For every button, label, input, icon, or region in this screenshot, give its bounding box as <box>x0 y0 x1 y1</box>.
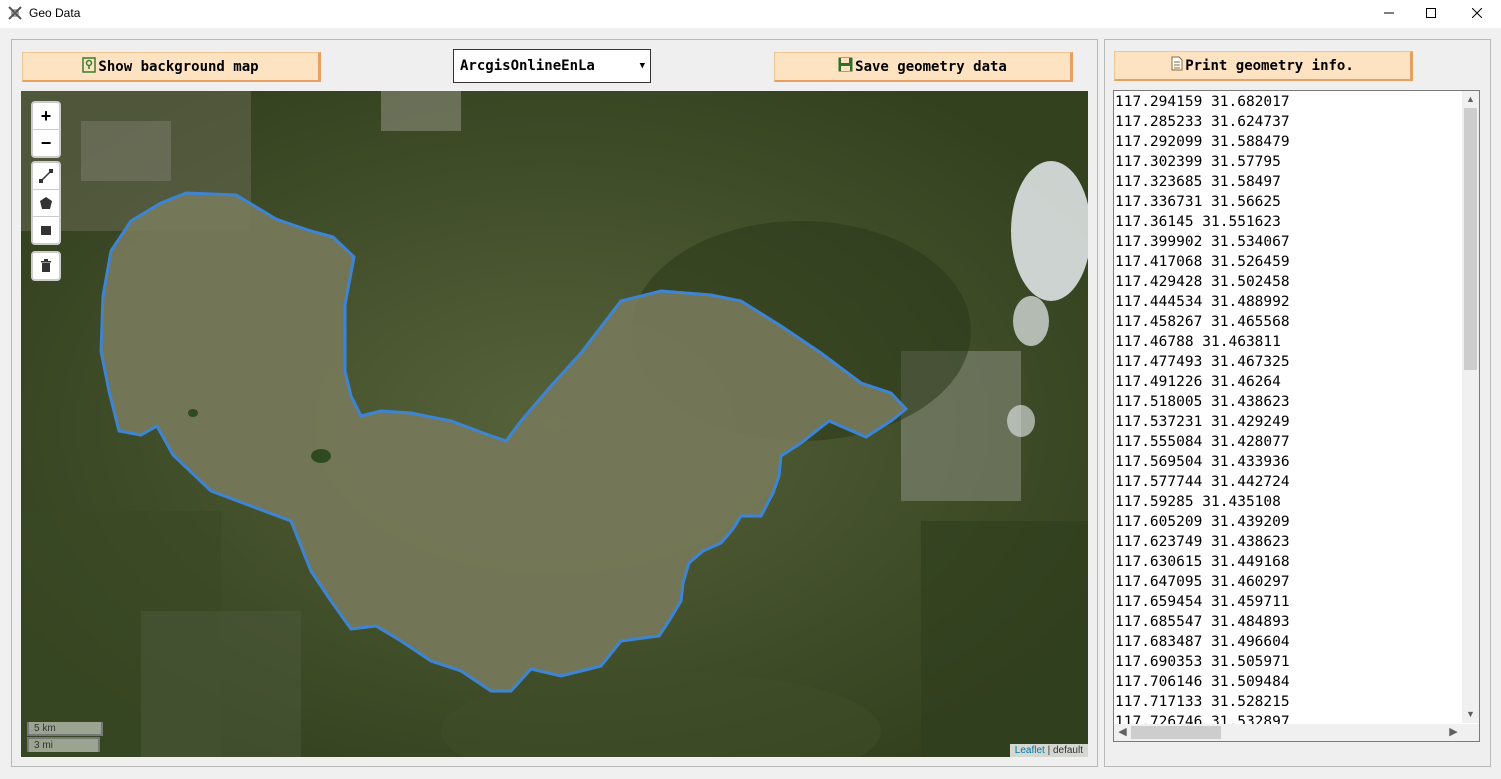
geometry-line: 117.46788 31.463811 <box>1115 334 1281 350</box>
save-icon <box>838 57 853 76</box>
basemap-select[interactable]: ArcgisOnlineEnLa ▼ <box>453 49 651 83</box>
zoom-in-button[interactable]: + <box>33 103 59 130</box>
draw-polygon-button[interactable] <box>33 190 59 217</box>
attribution-separator: | <box>1044 745 1053 756</box>
delete-layers-button[interactable] <box>33 253 59 279</box>
geometry-line: 117.555084 31.428077 <box>1115 434 1290 450</box>
chevron-down-icon: ▼ <box>639 61 645 71</box>
map-pin-icon <box>82 56 97 77</box>
print-geometry-label: Print geometry info. <box>1185 57 1354 74</box>
geometry-line: 117.323685 31.58497 <box>1115 174 1281 190</box>
title-bar: Geo Data <box>0 0 1501 28</box>
map-view[interactable]: + − 5 km 3 mi Leaflet | default <box>21 91 1088 757</box>
geometry-line: 117.294159 31.682017 <box>1115 94 1290 110</box>
minimize-icon <box>1384 12 1394 14</box>
trash-icon <box>41 259 51 272</box>
geometry-line: 117.285233 31.624737 <box>1115 114 1290 130</box>
rectangle-icon <box>41 226 51 235</box>
geometry-line: 117.630615 31.449168 <box>1115 554 1290 570</box>
geometry-line: 117.647095 31.460297 <box>1115 574 1290 590</box>
horizontal-scrollbar[interactable]: ◀ ▶ <box>1114 724 1462 741</box>
zoom-out-button[interactable]: − <box>33 130 59 156</box>
scroll-up-icon[interactable]: ▲ <box>1462 91 1479 108</box>
geometry-line: 117.605209 31.439209 <box>1115 514 1290 530</box>
polyline-icon <box>39 169 53 183</box>
save-geometry-button[interactable]: Save geometry data <box>774 52 1073 82</box>
draw-toolbar <box>31 161 61 245</box>
satellite-map <box>21 91 1088 757</box>
horizontal-scroll-thumb[interactable] <box>1131 726 1221 739</box>
print-geometry-button[interactable]: Print geometry info. <box>1114 51 1413 81</box>
geometry-line: 117.683487 31.496604 <box>1115 634 1290 650</box>
window-title: Geo Data <box>29 6 81 20</box>
edit-toolbar <box>31 251 61 281</box>
geometry-line: 117.537231 31.429249 <box>1115 414 1290 430</box>
geometry-line: 117.59285 31.435108 <box>1115 494 1281 510</box>
geometry-text-area[interactable]: 117.294159 31.682017 117.285233 31.624737… <box>1113 90 1480 742</box>
scroll-left-icon[interactable]: ◀ <box>1114 724 1131 741</box>
scroll-down-icon[interactable]: ▼ <box>1462 706 1479 723</box>
scroll-corner <box>1462 724 1479 741</box>
geometry-line: 117.706146 31.509484 <box>1115 674 1290 690</box>
close-icon <box>1471 7 1483 19</box>
geometry-line: 117.623749 31.438623 <box>1115 534 1290 550</box>
attribution-source: default <box>1052 745 1083 756</box>
geometry-line: 117.336731 31.56625 <box>1115 194 1281 210</box>
save-geometry-label: Save geometry data <box>855 58 1007 75</box>
geometry-line: 117.569504 31.433936 <box>1115 454 1290 470</box>
geometry-line: 117.477493 31.467325 <box>1115 354 1290 370</box>
draw-polyline-button[interactable] <box>33 163 59 190</box>
basemap-select-value: ArcgisOnlineEnLa <box>460 58 595 74</box>
geometry-line: 117.690353 31.505971 <box>1115 654 1290 670</box>
geometry-line: 117.717133 31.528215 <box>1115 694 1290 710</box>
vertical-scroll-thumb[interactable] <box>1464 108 1477 370</box>
polygon-icon <box>40 197 52 209</box>
geometry-line: 117.685547 31.484893 <box>1115 614 1290 630</box>
map-attribution: Leaflet | default <box>1009 744 1088 757</box>
geometry-line: 117.292099 31.588479 <box>1115 134 1290 150</box>
geometry-line: 117.36145 31.551623 <box>1115 214 1281 230</box>
minimize-button[interactable] <box>1366 0 1412 28</box>
geometry-line: 117.302399 31.57795 <box>1115 154 1281 170</box>
geometry-lines: 117.294159 31.682017 117.285233 31.624737… <box>1115 92 1290 741</box>
draw-rectangle-button[interactable] <box>33 217 59 243</box>
scale-mi: 3 mi <box>27 737 100 752</box>
scroll-right-icon[interactable]: ▶ <box>1445 724 1462 741</box>
geometry-line: 117.444534 31.488992 <box>1115 294 1290 310</box>
geometry-line: 117.458267 31.465568 <box>1115 314 1290 330</box>
maximize-button[interactable] <box>1408 0 1454 28</box>
geometry-line: 117.518005 31.438623 <box>1115 394 1290 410</box>
show-background-map-label: Show background map <box>98 58 259 75</box>
document-icon <box>1171 56 1183 75</box>
geometry-line: 117.429428 31.502458 <box>1115 274 1290 290</box>
leaflet-link[interactable]: Leaflet <box>1015 745 1045 756</box>
geometry-line: 117.491226 31.46264 <box>1115 374 1281 390</box>
vertical-scrollbar[interactable]: ▲ ▼ <box>1462 91 1479 723</box>
maximize-icon <box>1426 8 1436 18</box>
geometry-line: 117.659454 31.459711 <box>1115 594 1290 610</box>
geometry-line: 117.577744 31.442724 <box>1115 474 1290 490</box>
zoom-control: + − <box>31 101 61 158</box>
app-icon <box>8 6 22 20</box>
geometry-line: 117.417068 31.526459 <box>1115 254 1290 270</box>
geometry-line: 117.399902 31.534067 <box>1115 234 1290 250</box>
show-background-map-button[interactable]: Show background map <box>22 52 321 82</box>
close-button[interactable] <box>1454 0 1500 28</box>
scale-km: 5 km <box>27 722 103 736</box>
